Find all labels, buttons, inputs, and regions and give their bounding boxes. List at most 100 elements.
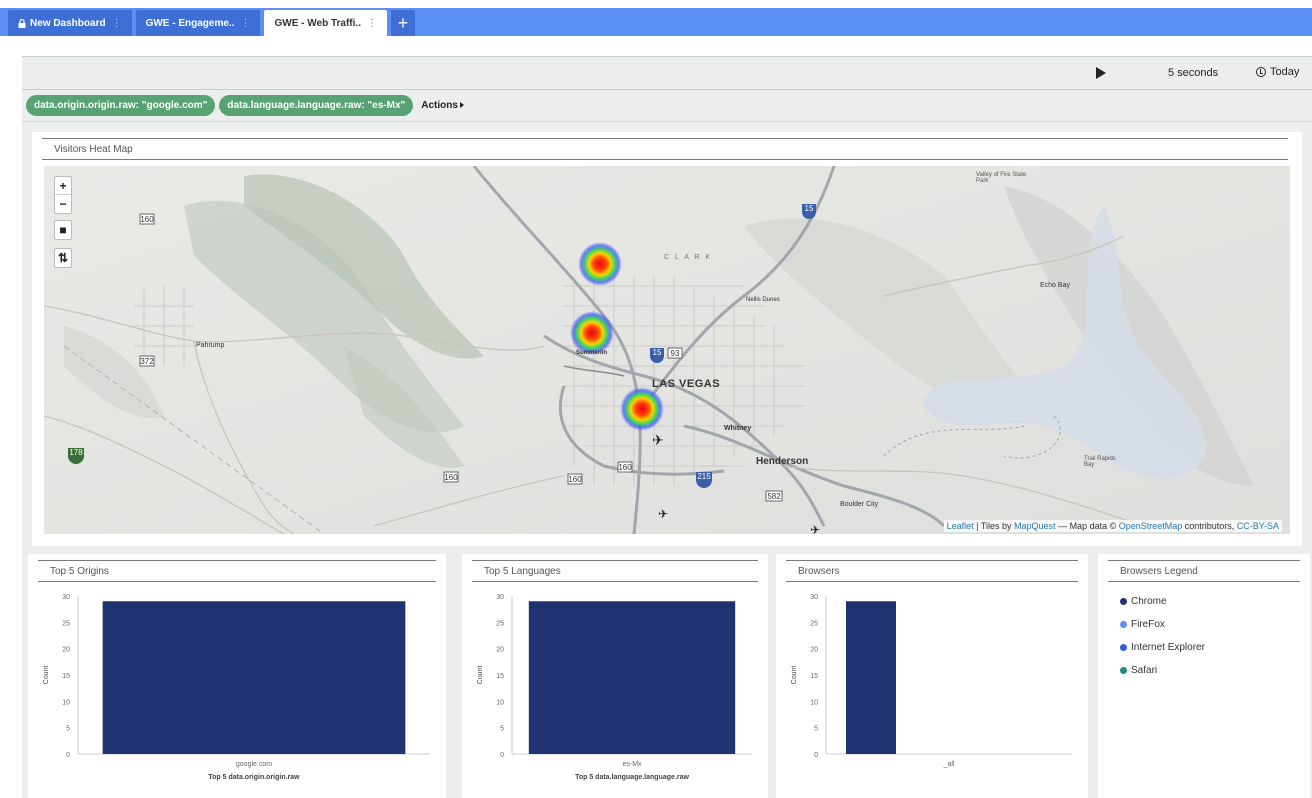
zoom-out-button[interactable]: − <box>55 195 71 213</box>
y-tick-label: 25 <box>810 620 818 627</box>
y-tick-label: 5 <box>814 726 818 733</box>
y-axis-label: Count <box>477 666 484 685</box>
x-tick-label: es-Mx <box>622 761 642 768</box>
shield-label: 15 <box>805 204 814 213</box>
map-label-henderson: Henderson <box>756 456 809 467</box>
tab-menu-icon[interactable]: ⋮ <box>367 18 377 29</box>
legend-label: Internet Explorer <box>1131 642 1205 653</box>
actions-label: Actions <box>421 100 458 111</box>
shield-label: 160 <box>568 475 582 484</box>
map-label-boulder-city: Boulder City <box>840 501 879 508</box>
browsers-legend-panel: Browsers Legend Chrome FireFox Internet Ex… <box>1098 554 1310 798</box>
play-icon[interactable] <box>1096 67 1106 79</box>
panel-title: Top 5 Languages <box>472 560 758 582</box>
dashboard-tab-bar: New Dashboard ⋮ GWE - Engageme.. ⋮ GWE -… <box>0 8 1312 36</box>
bar <box>846 601 896 754</box>
draw-rectangle-button[interactable]: ■ <box>54 220 72 240</box>
y-tick-label: 30 <box>496 594 504 601</box>
y-tick-label: 25 <box>62 620 70 627</box>
shield-label: 93 <box>671 349 680 358</box>
legend-item[interactable]: Internet Explorer <box>1120 642 1310 653</box>
bar <box>102 601 406 754</box>
map-label-nellis-dunes: Nellis Dunes <box>746 297 780 303</box>
legend-list: Chrome FireFox Internet Explorer Safari <box>1098 582 1310 676</box>
y-tick-label: 5 <box>66 726 70 733</box>
attribution-text: | Tiles by <box>973 521 1015 531</box>
tab-gwe-engagement[interactable]: GWE - Engageme.. ⋮ <box>135 10 261 36</box>
y-tick-label: 20 <box>810 647 818 654</box>
map-attribution: Leaflet | Tiles by MapQuest — Map data ©… <box>943 520 1282 532</box>
tab-menu-icon[interactable]: ⋮ <box>240 18 250 29</box>
visitors-heat-map-panel: Visitors Heat Map ✈ ✈ ✈ 160 372 160 160 … <box>32 132 1302 546</box>
browsers-panel: Browsers 0 5 10 15 20 25 30 Count _all <box>776 554 1088 798</box>
tab-gwe-web-traffic[interactable]: GWE - Web Traffi.. ⋮ <box>264 10 387 36</box>
legend-label: Safari <box>1131 665 1158 676</box>
panel-title: Visitors Heat Map <box>42 138 1288 160</box>
add-tab-button[interactable]: + <box>390 10 415 36</box>
svg-text:✈: ✈ <box>810 523 820 534</box>
map-label-echo-bay: Echo Bay <box>1040 282 1070 289</box>
mapquest-link[interactable]: MapQuest <box>1014 521 1056 531</box>
y-tick-label: 30 <box>62 594 70 601</box>
legend-item[interactable]: FireFox <box>1120 619 1310 630</box>
panel-title: Browsers <box>786 560 1078 582</box>
y-tick-label: 25 <box>496 620 504 627</box>
map-label-whitney: Whitney <box>724 425 752 432</box>
y-axis-label: Count <box>791 666 798 685</box>
legend-label: FireFox <box>1131 619 1165 630</box>
tab-label: GWE - Engageme.. <box>145 17 235 29</box>
license-link[interactable]: CC-BY-SA <box>1237 521 1279 531</box>
legend-dot-icon <box>1120 644 1127 651</box>
y-tick-label: 20 <box>496 647 504 654</box>
legend-dot-icon <box>1120 598 1127 605</box>
heat-point-strip <box>620 387 664 431</box>
zoom-in-button[interactable]: + <box>55 177 71 195</box>
shield-label: 215 <box>697 472 711 481</box>
square-icon: ■ <box>59 223 67 237</box>
top-origins-chart: 0 5 10 15 20 25 30 Count google.com Top 5 data.or… <box>43 594 430 781</box>
tab-menu-icon[interactable]: ⋮ <box>112 18 122 29</box>
heat-map[interactable]: ✈ ✈ ✈ 160 372 160 160 160 15 15 93 215 5… <box>44 166 1290 534</box>
x-tick-label: _all <box>943 761 955 768</box>
zoom-controls: + − <box>54 176 72 214</box>
shield-label: 582 <box>767 492 781 501</box>
crop-icon: ⇅ <box>57 251 69 265</box>
time-picker[interactable]: Today <box>1256 66 1299 78</box>
legend-item[interactable]: Safari <box>1120 665 1310 676</box>
leaflet-link[interactable]: Leaflet <box>947 521 974 531</box>
filter-pill-origin[interactable]: data.origin.origin.raw: "google.com" <box>26 95 216 116</box>
legend-dot-icon <box>1120 667 1127 674</box>
shield-label: 160 <box>618 463 632 472</box>
map-label-summerlin: Summerlin <box>576 350 608 356</box>
attribution-text: — Map data © <box>1055 521 1119 531</box>
map-label-trail-rapids: Trail Rapids Bay <box>1084 456 1116 468</box>
dashboard-grid: Visitors Heat Map ✈ ✈ ✈ 160 372 160 160 … <box>22 122 1312 798</box>
bar <box>528 601 736 754</box>
clock-icon <box>1256 67 1266 77</box>
y-tick-label: 0 <box>66 752 70 759</box>
filter-pill-language[interactable]: data.language.language.raw: "es-Mx" <box>219 95 414 116</box>
osm-link[interactable]: OpenStreetMap <box>1119 521 1183 531</box>
top-origins-panel: Top 5 Origins 0 5 10 15 20 25 30 Count google.co… <box>28 554 446 798</box>
y-tick-label: 10 <box>62 699 70 706</box>
filter-bar: data.origin.origin.raw: "google.com" dat… <box>22 90 1312 122</box>
shield-label: 160 <box>444 473 458 482</box>
legend-item[interactable]: Chrome <box>1120 596 1310 607</box>
refresh-interval[interactable]: 5 seconds <box>1168 67 1218 79</box>
y-tick-label: 0 <box>500 752 504 759</box>
browsers-chart: 0 5 10 15 20 25 30 Count _all <box>791 594 1072 768</box>
y-tick-label: 5 <box>500 726 504 733</box>
map-label-pahrump: Pahrump <box>196 342 225 349</box>
top-languages-panel: Top 5 Languages 0 5 10 15 20 25 30 Count es-Mx To… <box>462 554 768 798</box>
x-tick-label: google.com <box>236 761 272 768</box>
y-tick-label: 15 <box>810 673 818 680</box>
svg-text:✈: ✈ <box>658 507 668 521</box>
map-label-valley-of-fire: Valley of Fire State Park <box>976 172 1027 184</box>
map-label-clark: C L A R K <box>664 254 713 261</box>
tab-new-dashboard[interactable]: New Dashboard ⋮ <box>8 10 132 36</box>
fit-bounds-button[interactable]: ⇅ <box>54 248 72 268</box>
caret-right-icon <box>459 102 464 108</box>
actions-menu[interactable]: Actions <box>421 100 464 111</box>
y-tick-label: 15 <box>496 673 504 680</box>
time-picker-label: Today <box>1270 66 1300 78</box>
